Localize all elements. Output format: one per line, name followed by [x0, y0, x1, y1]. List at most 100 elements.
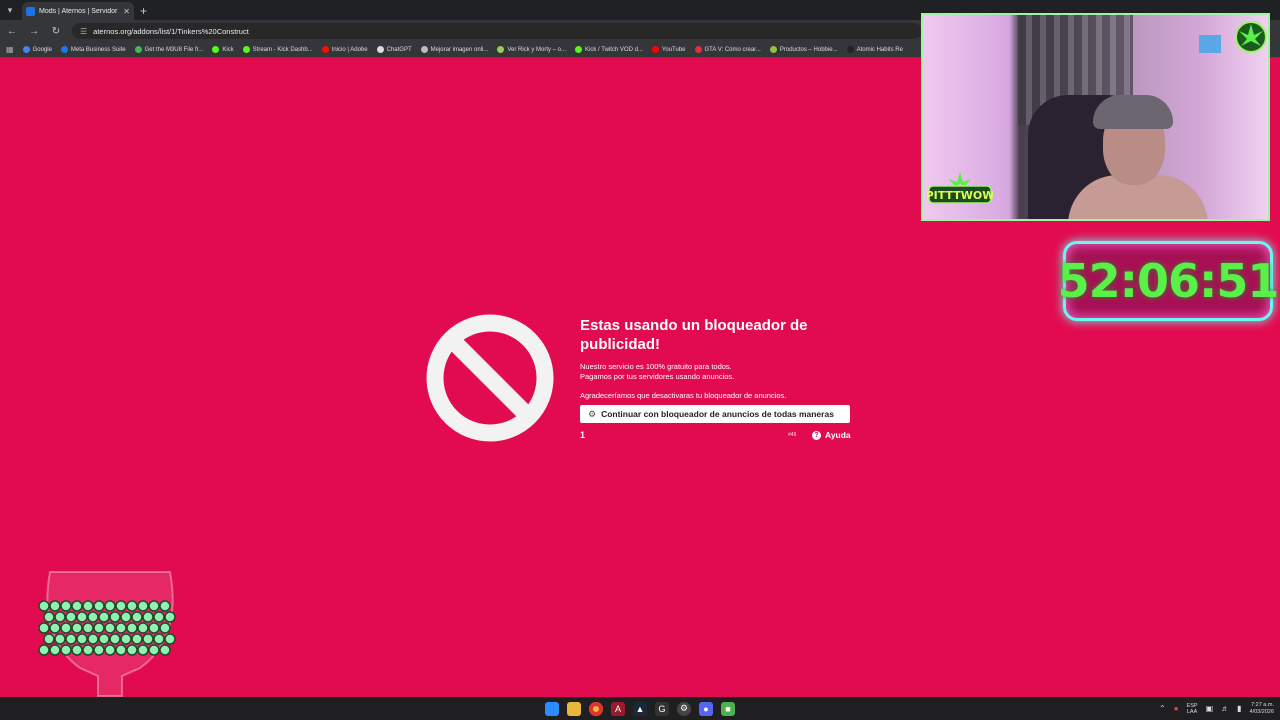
glass-bead	[115, 600, 127, 612]
windows-start-icon[interactable]	[545, 701, 559, 716]
bookmark-label: Meta Business Suite	[70, 46, 126, 53]
bookmark-label: Google	[32, 46, 52, 53]
notice-footer: 1 #49 ? Ayuda	[580, 429, 855, 441]
apps-icon[interactable]: ▦	[6, 45, 14, 54]
bookmark-item[interactable]: Kick / Twitch VOD d...	[575, 46, 643, 53]
notice-counter: 1	[580, 430, 586, 440]
chrome-icon[interactable]	[589, 701, 603, 716]
steam-icon[interactable]: ▲	[633, 701, 647, 716]
bookmark-item[interactable]: Inicio | Adobe	[321, 46, 368, 53]
bookmark-favicon-icon	[497, 46, 505, 53]
tab-close-icon[interactable]: ✕	[123, 7, 130, 16]
glass-bead	[38, 622, 50, 634]
glass-bead	[49, 622, 61, 634]
bookmark-item[interactable]: Stream - Kick Dashb...	[242, 46, 313, 53]
bookmark-item[interactable]: YouTube	[651, 46, 686, 53]
bookmark-item[interactable]: Ver Rick y Morty – o...	[497, 46, 566, 53]
bookmark-label: Productos – Hobbie...	[779, 46, 838, 53]
glass-bead	[120, 633, 132, 645]
glass-bead	[153, 633, 165, 645]
bookmark-item[interactable]: Kick	[212, 46, 234, 53]
glass-bead	[87, 633, 99, 645]
help-link[interactable]: ? Ayuda	[812, 430, 851, 440]
bookmark-item[interactable]: Google	[22, 46, 52, 53]
language-indicator[interactable]: ESP LAA	[1187, 703, 1198, 715]
bookmark-favicon-icon	[846, 46, 854, 53]
windows-taskbar: A ▲ G ⚙ ● ■ ⌃ ● ESP LAA ▣ ♬ ▮ 7:27 a.m. …	[0, 697, 1280, 720]
leaf-logo-icon	[1235, 21, 1267, 53]
glass-bead	[87, 611, 99, 623]
glass-bead	[109, 633, 121, 645]
glass-bead	[54, 611, 66, 623]
bookmark-label: Kick / Twitch VOD d...	[585, 46, 643, 53]
glass-bead	[164, 633, 176, 645]
glass-bead	[71, 600, 83, 612]
back-icon[interactable]: ←	[6, 26, 18, 37]
bookmark-label: Get the M3U8 File fr...	[144, 46, 204, 53]
app-icon[interactable]: G	[655, 701, 669, 716]
glass-bead	[82, 600, 94, 612]
settings-icon[interactable]: ⚙	[677, 701, 691, 716]
glass-bead	[60, 600, 72, 612]
bookmark-label: Atomic Habits Re	[856, 46, 903, 53]
bookmark-item[interactable]: Atomic Habits Re	[846, 46, 903, 53]
glass-bead	[43, 611, 55, 623]
glass-bead	[126, 600, 138, 612]
notice-line-1: Nuestro servicio es 100% gratuito para t…	[580, 362, 732, 371]
glass-bead	[82, 644, 94, 656]
bookmark-label: Stream - Kick Dashb...	[252, 46, 313, 53]
tab-search-icon[interactable]: ▾	[0, 0, 20, 20]
address-url: aternos.org/addons/list/1/Tinkers%20Cons…	[93, 26, 249, 36]
glass-bowl-overlay	[38, 571, 176, 714]
tray-chevron-icon[interactable]: ⌃	[1159, 704, 1166, 713]
bookmark-item[interactable]: Get the M3U8 File fr...	[134, 46, 204, 53]
continue-with-adblock-button[interactable]: ⚙ Continuar con bloqueador de anuncios d…	[580, 405, 850, 423]
bookmark-favicon-icon	[694, 46, 702, 53]
bookmark-item[interactable]: Meta Business Suite	[60, 46, 126, 53]
bookmark-label: Inicio | Adobe	[331, 46, 368, 53]
address-bar[interactable]: ☰ aternos.org/addons/list/1/Tinkers%20Co…	[72, 23, 922, 39]
taskbar-clock[interactable]: 7:27 a.m. 4/03/2026	[1250, 702, 1274, 716]
notice-line-3: Agradeceríamos que desactivaras tu bloqu…	[580, 391, 787, 400]
bookmark-item[interactable]: Mejorar imagen onli...	[420, 46, 489, 53]
webcam-person	[1063, 75, 1213, 219]
site-info-icon[interactable]: ☰	[80, 27, 87, 36]
glass-bead	[71, 622, 83, 634]
glass-bead	[159, 600, 171, 612]
microphone-icon[interactable]: ●	[1174, 704, 1179, 713]
system-tray: ⌃ ● ESP LAA ▣ ♬ ▮ 7:27 a.m. 4/03/2026	[1159, 697, 1274, 720]
bookmark-label: GTA V: Cómo crear...	[704, 46, 761, 53]
bookmark-item[interactable]: Productos – Hobbie...	[769, 46, 838, 53]
glass-bead	[126, 622, 138, 634]
browser-tab-active[interactable]: Mods | Aternos | Servidor de M ✕	[22, 2, 134, 20]
glass-bead	[49, 644, 61, 656]
battery-icon[interactable]: ▮	[1237, 704, 1241, 713]
reload-icon[interactable]: ↻	[50, 26, 62, 37]
glass-bead	[120, 611, 132, 623]
bookmark-favicon-icon	[22, 46, 30, 53]
tab-title: Mods | Aternos | Servidor de M	[39, 7, 119, 15]
glass-bead	[126, 644, 138, 656]
stream-timer: 52:06:51	[1058, 241, 1279, 321]
network-icon[interactable]: ▣	[1206, 704, 1214, 713]
bookmark-favicon-icon	[321, 46, 329, 53]
bookmark-label: Mejorar imagen onli...	[430, 46, 489, 53]
bookmark-item[interactable]: ChatGPT	[376, 46, 412, 53]
bookmark-favicon-icon	[60, 46, 68, 53]
glass-bead	[115, 644, 127, 656]
volume-icon[interactable]: ♬	[1221, 704, 1229, 713]
glass-bead	[82, 622, 94, 634]
minecraft-icon[interactable]: ■	[721, 701, 735, 716]
discord-icon[interactable]: ●	[699, 701, 713, 716]
glass-bead	[159, 644, 171, 656]
bookmark-favicon-icon	[376, 46, 384, 53]
channel-logo-icon: PITTTWOW	[927, 172, 993, 204]
file-explorer-icon[interactable]	[567, 701, 581, 716]
forward-icon[interactable]: →	[28, 26, 40, 37]
adobe-icon[interactable]: A	[611, 701, 625, 716]
glass-bead	[153, 611, 165, 623]
bookmark-item[interactable]: GTA V: Cómo crear...	[694, 46, 761, 53]
taskbar-apps: A ▲ G ⚙ ● ■	[545, 697, 735, 720]
glass-bead	[38, 644, 50, 656]
new-tab-button[interactable]: +	[140, 2, 147, 20]
